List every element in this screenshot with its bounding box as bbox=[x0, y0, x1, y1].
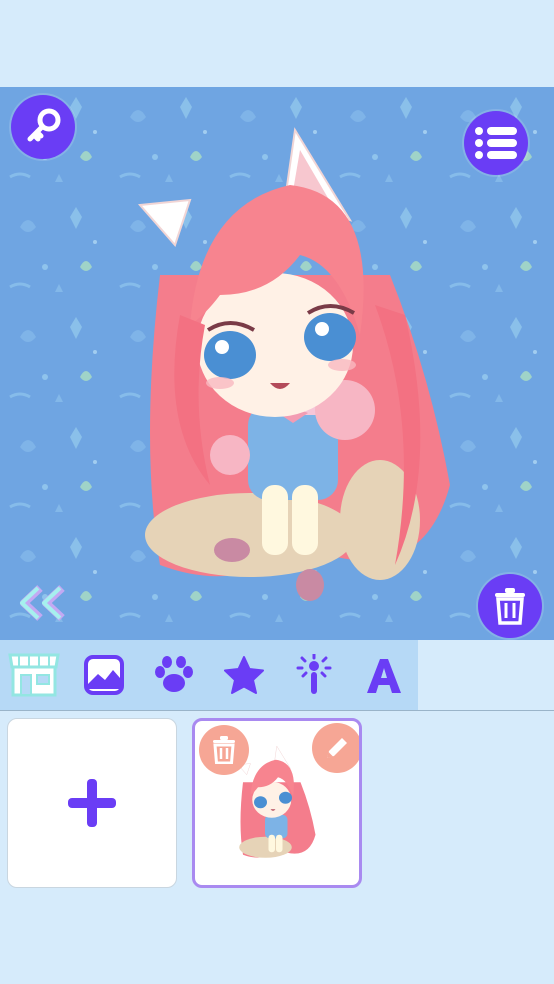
tool-text[interactable] bbox=[354, 640, 414, 710]
star-icon bbox=[224, 656, 264, 694]
top-bar bbox=[0, 0, 554, 87]
menu-button[interactable] bbox=[464, 111, 528, 175]
tool-shop[interactable] bbox=[4, 640, 64, 710]
key-button[interactable] bbox=[11, 95, 75, 159]
shop-icon bbox=[8, 653, 60, 697]
text-icon bbox=[367, 659, 401, 693]
tool-effects[interactable] bbox=[284, 640, 344, 710]
list-icon bbox=[475, 127, 517, 159]
background-image-icon bbox=[84, 655, 124, 695]
edit-slot-button[interactable] bbox=[312, 723, 359, 773]
delete-slot-button[interactable] bbox=[199, 725, 249, 775]
key-icon bbox=[27, 108, 61, 142]
double-chevron-left-icon[interactable] bbox=[18, 585, 70, 621]
plus-icon bbox=[68, 779, 116, 827]
category-toolbar bbox=[0, 640, 418, 710]
pencil-icon bbox=[327, 738, 347, 758]
saved-character-slot[interactable] bbox=[192, 718, 362, 888]
delete-character-button[interactable] bbox=[478, 574, 542, 638]
tool-stickers[interactable] bbox=[214, 640, 274, 710]
toolbar-empty-area bbox=[418, 640, 554, 710]
tool-background[interactable] bbox=[74, 640, 134, 710]
chibi-character[interactable] bbox=[120, 125, 480, 615]
paw-icon bbox=[155, 656, 193, 692]
magic-wand-icon bbox=[296, 654, 332, 694]
trash-icon bbox=[213, 736, 235, 764]
tool-pets[interactable] bbox=[144, 640, 204, 710]
trash-icon bbox=[495, 588, 525, 625]
new-character-slot[interactable] bbox=[7, 718, 177, 888]
divider bbox=[0, 710, 554, 711]
